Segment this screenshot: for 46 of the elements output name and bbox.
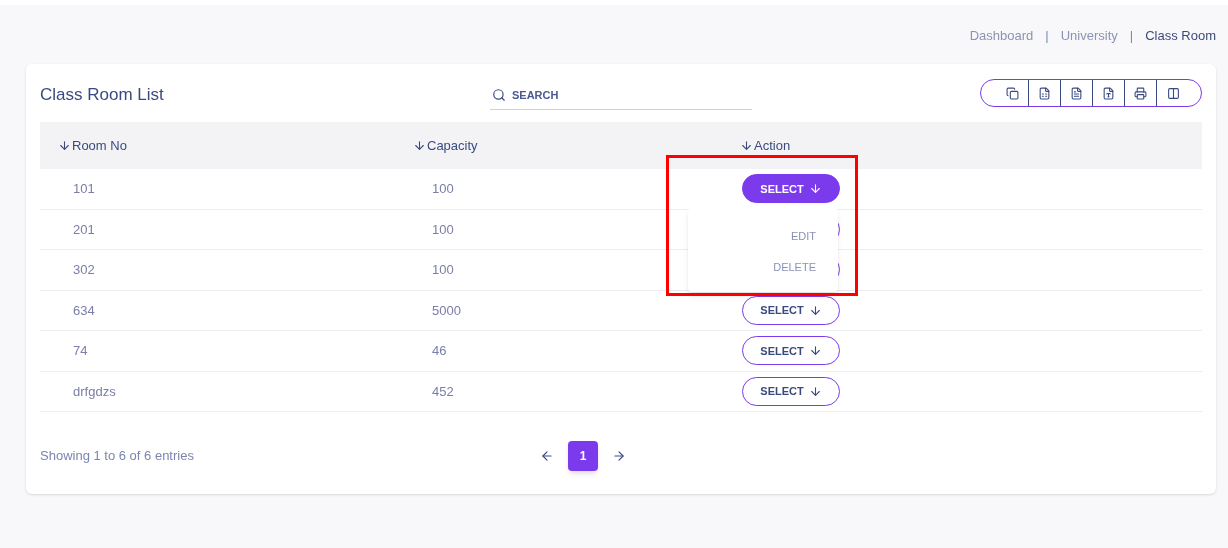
sort-arrow-icon — [58, 139, 71, 152]
down-arrow-icon — [808, 182, 822, 196]
spreadsheet-icon — [1038, 86, 1051, 100]
table-cell: 5000 — [432, 302, 461, 318]
table-cell: drfgdzs — [73, 383, 116, 399]
column-title: Room No — [72, 136, 127, 155]
sort-arrow-icon — [413, 139, 426, 152]
select-button[interactable]: SELECT — [742, 174, 840, 204]
menu-item[interactable]: EDIT — [790, 228, 816, 245]
table-cell: 634 — [73, 302, 95, 318]
next-page-icon[interactable] — [612, 449, 626, 463]
breadcrumb-separator: | — [1129, 27, 1134, 46]
breadcrumb-link[interactable]: Dashboard — [969, 26, 1034, 46]
card-title: Class Room List — [40, 84, 165, 107]
page-button[interactable]: 1 — [568, 441, 598, 471]
column-title: Capacity — [427, 136, 478, 155]
previous-page-icon[interactable] — [540, 449, 554, 463]
print-icon — [1134, 86, 1147, 100]
table-cell: 302 — [73, 262, 95, 277]
down-arrow-icon — [808, 384, 822, 398]
select-button[interactable]: SELECT — [742, 336, 840, 366]
breadcrumb-link[interactable]: University — [1060, 26, 1118, 46]
table-cell: 100 — [432, 181, 454, 196]
table-cell: 100 — [432, 221, 454, 237]
table-cell: 100 — [432, 262, 454, 277]
breadcrumb-link[interactable]: Class Room — [1145, 26, 1216, 46]
search-icon — [492, 88, 506, 102]
column-title: Action — [754, 136, 791, 155]
down-arrow-icon — [808, 303, 822, 317]
document-icon — [1070, 86, 1083, 100]
breadcrumb-separator: | — [1045, 27, 1049, 46]
pdf-icon — [1102, 86, 1115, 100]
search-field[interactable]: SEARCH — [490, 80, 752, 110]
sort-arrow-icon — [740, 139, 753, 152]
entries-info: Showing 1 to 6 of 6 entries — [40, 447, 195, 466]
table-cell: 46 — [432, 343, 447, 358]
columns-icon — [1166, 86, 1180, 100]
select-button[interactable]: SELECT — [742, 376, 840, 406]
table-cell: 101 — [73, 181, 95, 196]
table-cell: 74 — [73, 343, 88, 358]
table-cell: 452 — [432, 383, 454, 399]
table-cell: 201 — [73, 221, 95, 237]
menu-item[interactable]: DELETE — [773, 258, 816, 275]
copy-icon — [1006, 86, 1019, 100]
down-arrow-icon — [808, 344, 822, 358]
select-button[interactable]: SELECT — [742, 295, 840, 325]
